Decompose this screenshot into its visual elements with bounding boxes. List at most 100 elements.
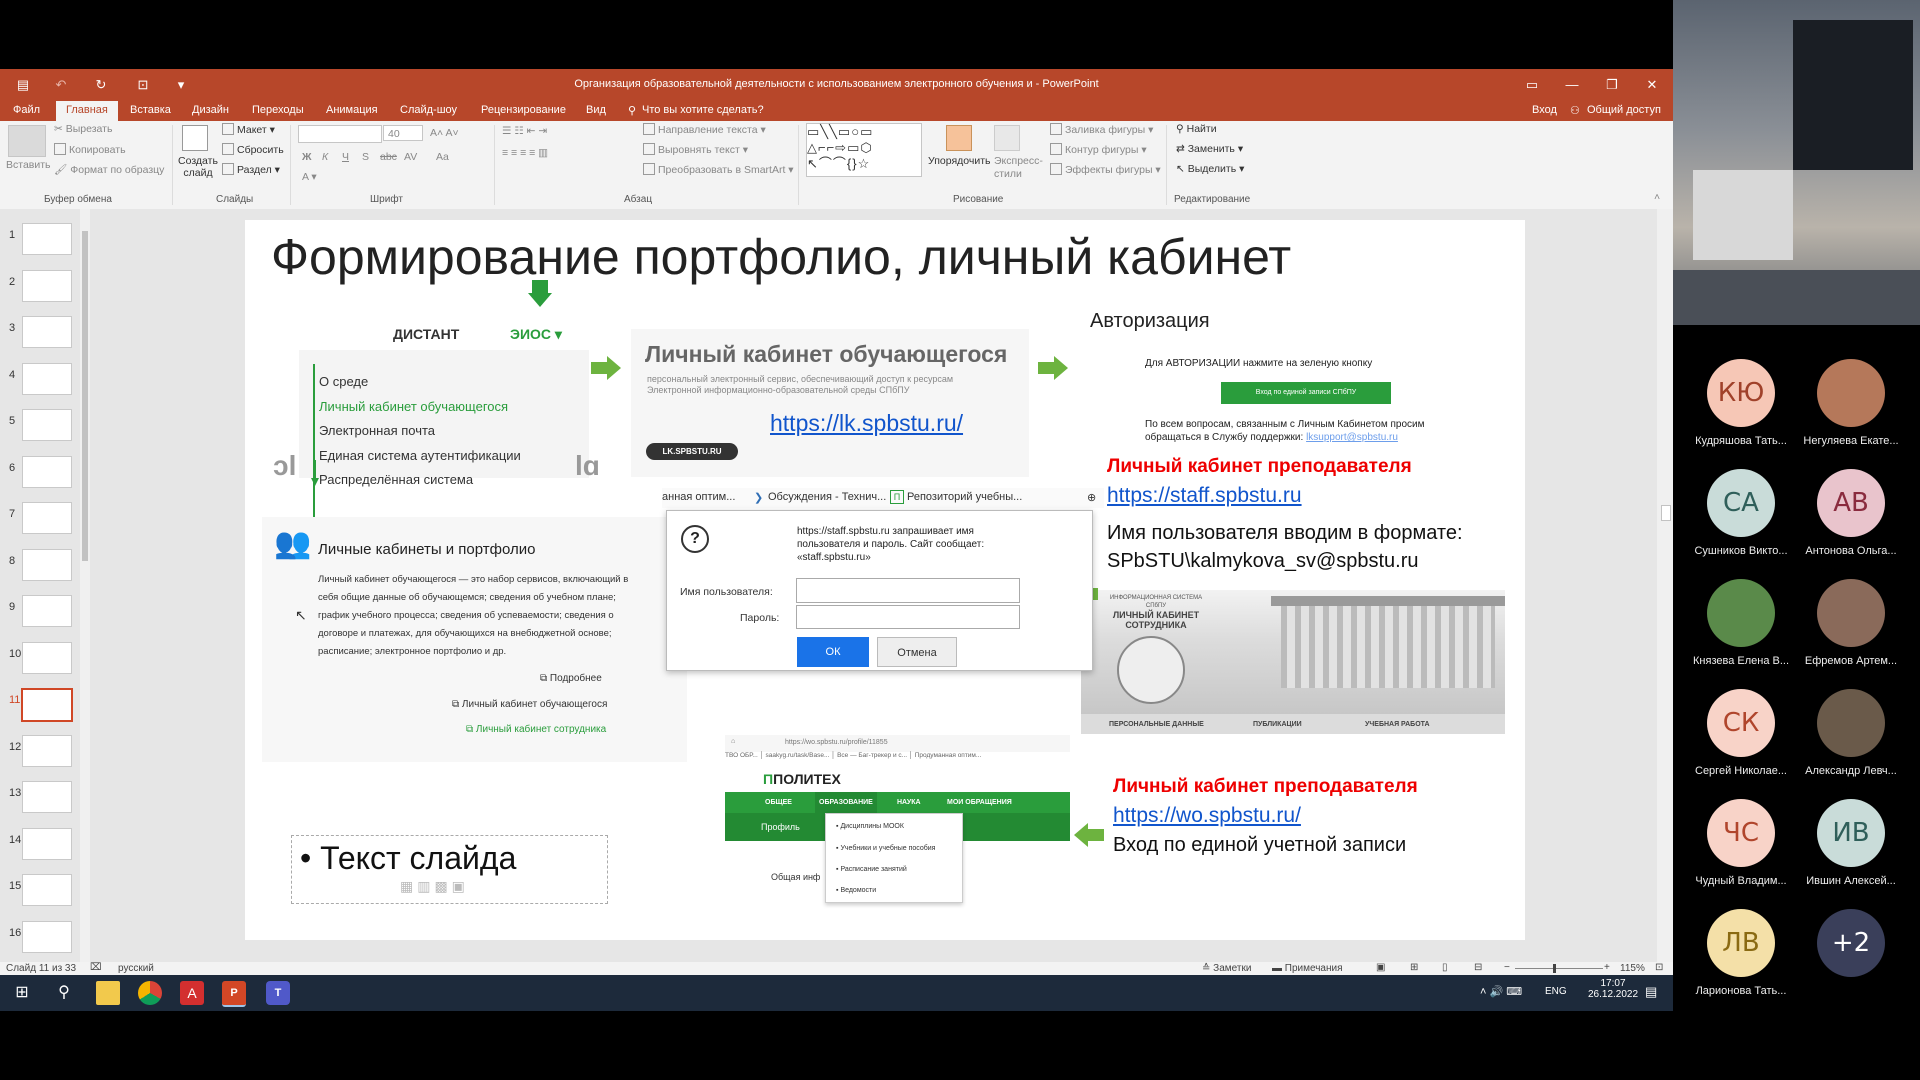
windows-start-icon[interactable]: ⊞ xyxy=(10,981,34,1005)
arrange-icon[interactable] xyxy=(946,125,972,151)
participant-avatar[interactable] xyxy=(1817,689,1885,757)
participant-avatar[interactable] xyxy=(1817,579,1885,647)
tab-design[interactable]: Дизайн xyxy=(192,104,229,116)
new-slide-icon[interactable] xyxy=(182,125,208,151)
format-painter-button[interactable]: 🖌 Формат по образцу xyxy=(54,163,164,176)
clock[interactable]: 17:07 26.12.2022 xyxy=(1588,978,1638,1000)
new-slide-button[interactable]: Создать слайд xyxy=(178,155,218,179)
participant-avatar[interactable]: +2 xyxy=(1817,909,1885,977)
language-indicator[interactable]: русский xyxy=(118,963,154,974)
ribbon-display-icon[interactable]: ▭ xyxy=(1523,76,1541,94)
participant-avatar[interactable]: ЛВ xyxy=(1707,909,1775,977)
powerpoint-taskbar-icon[interactable]: P xyxy=(222,981,246,1007)
tray-icons[interactable]: ˄ 🔊 ⌨ xyxy=(1480,985,1522,998)
wo-link[interactable]: https://wo.spbstu.ru/ xyxy=(1113,804,1301,827)
replace-button[interactable]: ⇄ Заменить ▾ xyxy=(1176,143,1243,155)
slide-thumbnail[interactable] xyxy=(22,409,72,441)
tab-slideshow[interactable]: Слайд-шоу xyxy=(400,104,457,116)
insert-content-icons[interactable]: ▦▥▩▣ xyxy=(400,878,469,895)
italic-button[interactable]: К xyxy=(322,151,328,163)
participant-avatar[interactable]: СК xyxy=(1707,689,1775,757)
font-color-button[interactable]: A ▾ xyxy=(302,171,317,183)
change-case-button[interactable]: Aa xyxy=(436,151,449,163)
participant-avatar[interactable]: КЮ xyxy=(1707,359,1775,427)
normal-view-icon[interactable]: ▣ xyxy=(1376,962,1385,973)
tab-view[interactable]: Вид xyxy=(586,104,606,116)
slide-thumbnail[interactable] xyxy=(22,734,72,767)
shape-effects-button[interactable]: Эффекты фигуры ▾ xyxy=(1050,163,1161,176)
slideshow-view-icon[interactable]: ⊟ xyxy=(1474,962,1482,973)
staff-link[interactable]: https://staff.spbstu.ru xyxy=(1107,484,1302,507)
shapes-gallery[interactable]: ▭╲╲▭○▭ △⌐⌐⇨▭⬡ ↖⌒⌒{}☆ xyxy=(806,123,922,177)
slide-title[interactable]: Формирование портфолио, личный кабинет xyxy=(271,228,1291,286)
quick-styles-icon[interactable] xyxy=(994,125,1020,151)
share-button[interactable]: Общий доступ xyxy=(1587,104,1661,116)
text-direction-button[interactable]: Направление текста ▾ xyxy=(643,123,766,136)
collapse-ribbon-icon[interactable]: ˄ xyxy=(1654,191,1660,203)
section-button[interactable]: Раздел ▾ xyxy=(222,163,280,176)
slide-thumbnail[interactable] xyxy=(22,595,72,627)
paste-icon[interactable] xyxy=(8,125,46,157)
zoom-out-icon[interactable]: − xyxy=(1504,962,1510,973)
minimize-icon[interactable]: — xyxy=(1563,76,1581,94)
slide-thumbnail[interactable] xyxy=(22,641,72,674)
tab-file[interactable]: Файл xyxy=(13,104,40,116)
acrobat-icon[interactable]: A xyxy=(180,981,204,1005)
comments-button[interactable]: ▬ Примечания xyxy=(1272,963,1343,974)
align-icon[interactable]: ≡ ≡ ≡ ≡ ▥ xyxy=(502,147,548,159)
align-text-button[interactable]: Выровнять текст ▾ xyxy=(643,143,748,156)
teams-icon[interactable]: T xyxy=(266,981,290,1005)
select-button[interactable]: ↖ Выделить ▾ xyxy=(1176,163,1244,175)
shape-fill-button[interactable]: Заливка фигуры ▾ xyxy=(1050,123,1153,136)
shadow-button[interactable]: S xyxy=(362,151,369,163)
search-icon[interactable]: ⚲ xyxy=(52,981,76,1005)
tell-me-box[interactable]: Что вы хотите сделать? xyxy=(642,104,764,116)
sign-in-link[interactable]: Вход xyxy=(1532,104,1557,116)
slide-thumbnail[interactable] xyxy=(22,920,72,953)
fit-slide-icon[interactable]: ⊡ xyxy=(1655,962,1663,973)
slide-thumbnail[interactable] xyxy=(22,874,72,906)
tab-review[interactable]: Рецензирование xyxy=(481,104,566,116)
dialog-username-input[interactable] xyxy=(796,578,1020,603)
font-name-input[interactable] xyxy=(298,125,382,143)
cut-button[interactable]: ✂ Вырезать xyxy=(54,123,112,135)
arrange-button[interactable]: Упорядочить xyxy=(928,155,990,167)
participant-avatar[interactable]: ИВ xyxy=(1817,799,1885,867)
sorter-view-icon[interactable]: ⊞ xyxy=(1410,962,1418,973)
notes-button[interactable]: ≙ Заметки xyxy=(1202,963,1251,974)
slide-thumbnail[interactable] xyxy=(22,269,72,302)
char-spacing-button[interactable]: AV xyxy=(404,151,417,163)
reset-button[interactable]: Сбросить xyxy=(222,143,284,156)
copy-button[interactable]: Копировать xyxy=(54,143,126,156)
dialog-password-input[interactable] xyxy=(796,605,1020,629)
slide-thumbnail[interactable] xyxy=(22,502,72,534)
quick-styles-button[interactable]: Экспресс-стили xyxy=(994,155,1043,181)
slide-canvas[interactable]: Формирование портфолио, личный кабинет Д… xyxy=(245,220,1525,940)
participant-avatar[interactable]: ЧС xyxy=(1707,799,1775,867)
zoom-in-icon[interactable]: + xyxy=(1604,962,1610,973)
text-placeholder[interactable]: • Текст слайда ▦▥▩▣ xyxy=(291,835,608,904)
slide-thumbnail[interactable] xyxy=(22,781,72,813)
slide-thumbnail[interactable] xyxy=(22,827,72,860)
file-explorer-icon[interactable] xyxy=(96,981,120,1005)
participant-avatar[interactable] xyxy=(1707,579,1775,647)
smartart-button[interactable]: Преобразовать в SmartArt ▾ xyxy=(643,163,794,176)
input-language[interactable]: ENG xyxy=(1545,986,1567,997)
slide-thumbnail[interactable] xyxy=(22,316,72,348)
shape-outline-button[interactable]: Контур фигуры ▾ xyxy=(1050,143,1147,156)
tab-insert[interactable]: Вставка xyxy=(130,104,171,116)
close-icon[interactable]: ✕ xyxy=(1643,76,1661,94)
lk-link[interactable]: https://lk.spbstu.ru/ xyxy=(770,410,963,436)
slide-scrollbar[interactable] xyxy=(1657,209,1673,962)
bold-button[interactable]: Ж xyxy=(302,151,312,163)
dialog-ok-button[interactable]: ОК xyxy=(797,637,869,667)
strikethrough-button[interactable]: abc xyxy=(380,151,397,163)
dialog-cancel-button[interactable]: Отмена xyxy=(877,637,957,667)
notifications-icon[interactable]: ▤ xyxy=(1645,984,1657,1000)
find-button[interactable]: ⚲ Найти xyxy=(1176,123,1217,135)
paste-button[interactable]: Вставить xyxy=(6,159,51,171)
slide-thumbnail[interactable] xyxy=(22,223,72,255)
tab-home[interactable]: Главная xyxy=(56,101,118,121)
participant-avatar[interactable]: АВ xyxy=(1817,469,1885,537)
thumbnails-scroll-thumb[interactable] xyxy=(82,231,88,561)
